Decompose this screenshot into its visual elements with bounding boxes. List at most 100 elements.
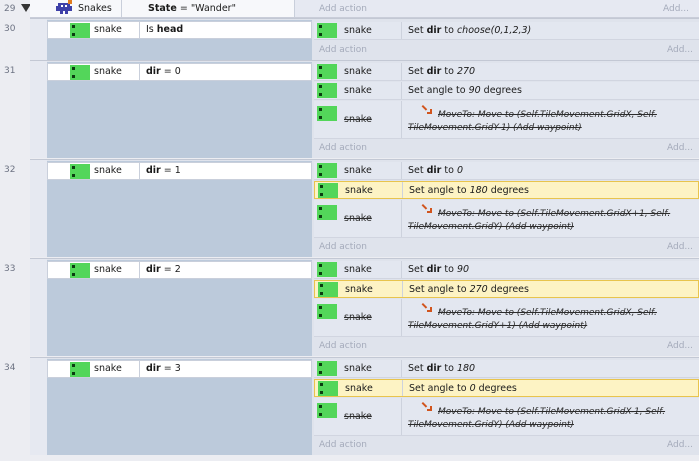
action-italic: 0: [456, 165, 463, 176]
header-condition-area[interactable]: Snakes State = "Wander": [30, 0, 295, 17]
action-object-name: snake: [344, 363, 372, 374]
snake-sprite-icon: [318, 381, 338, 396]
condition-object-name: snake: [94, 264, 122, 275]
action-bold: dir: [426, 363, 442, 374]
condition-post: = 3: [160, 363, 181, 374]
condition-text: dir = 3: [146, 363, 181, 374]
action-object-name: snake: [344, 66, 372, 77]
event-block[interactable]: snake dir = 3 snake Set dir to 180 snake Set …: [30, 357, 699, 455]
action-italic: 180: [456, 363, 476, 374]
add-action-link[interactable]: Add action: [319, 440, 367, 450]
snake-sprite-icon: [70, 263, 90, 278]
action-italic: choose(0,1,2,3): [456, 25, 532, 36]
add-more-link[interactable]: Add...: [667, 143, 693, 153]
action-row[interactable]: snake Set dir to 270: [314, 63, 699, 81]
action-mid: to: [441, 363, 457, 374]
condition-object-name: snake: [94, 66, 122, 77]
add-more-link[interactable]: Add...: [667, 45, 693, 55]
add-action-link[interactable]: Add action: [319, 4, 367, 14]
event-block[interactable]: snake Is head snake Set dir to choose(0,1,2…: [30, 18, 699, 60]
action-pre: Set angle to: [409, 383, 470, 394]
action-object-cell: snake: [314, 63, 402, 80]
disabled-action-line2: TileMovement.GridY+1) (Add waypoint): [408, 321, 588, 331]
snake-sprite-icon: [317, 205, 337, 220]
condition-var: State: [148, 3, 177, 14]
action-text: Set angle to 270 degrees: [409, 284, 529, 295]
action-object-cell: snake: [314, 22, 402, 39]
action-object-cell: snake: [315, 380, 403, 396]
action-pre: Set: [408, 66, 427, 77]
header-object-cell: Snakes: [30, 0, 122, 17]
action-object-name: snake: [344, 165, 372, 176]
disabled-action-row[interactable]: snake MoveTo: Move to (Self.TileMovement.…: [314, 299, 699, 337]
action-row[interactable]: snake Set angle to 0 degrees: [314, 379, 699, 397]
snake-sprite-icon: [317, 83, 337, 98]
add-action-row[interactable]: Add action Add...: [314, 438, 699, 454]
condition-bold: dir: [146, 363, 161, 374]
action-row[interactable]: snake Set dir to 0: [314, 162, 699, 180]
add-action-link[interactable]: Add action: [319, 143, 367, 153]
action-pre: Set angle to: [408, 85, 469, 96]
add-action-link[interactable]: Add action: [319, 45, 367, 55]
condition-bold: dir: [146, 264, 161, 275]
action-object-name: snake: [344, 213, 372, 224]
add-more-link[interactable]: Add...: [663, 4, 689, 14]
snake-sprite-icon: [70, 362, 90, 377]
event-block[interactable]: snake dir = 2 snake Set dir to 90 snake Set a…: [30, 258, 699, 356]
condition-text: Is head: [146, 24, 183, 35]
header-condition[interactable]: State = "Wander": [148, 3, 236, 14]
condition-row[interactable]: snake dir = 1: [47, 162, 312, 180]
action-object-name: snake: [345, 185, 373, 196]
line-number: 34: [4, 363, 16, 373]
action-text: Set dir to 180: [408, 363, 475, 374]
action-row[interactable]: snake Set dir to 90: [314, 261, 699, 279]
condition-row[interactable]: snake dir = 2: [47, 261, 312, 279]
condition-text: dir = 0: [146, 66, 181, 77]
action-bold: dir: [426, 66, 442, 77]
disabled-action-row[interactable]: snake MoveTo: Move to (Self.TileMovement.…: [314, 398, 699, 436]
action-row[interactable]: snake Set angle to 180 degrees: [314, 181, 699, 199]
action-row[interactable]: snake Set angle to 90 degrees: [314, 82, 699, 100]
disabled-action-line2: TileMovement.GridY-1) (Add waypoint): [408, 123, 582, 133]
action-row[interactable]: snake Set dir to choose(0,1,2,3): [314, 22, 699, 40]
action-object-cell: snake: [314, 360, 402, 377]
condition-bold: head: [156, 24, 184, 35]
action-object-cell: snake: [314, 398, 402, 435]
action-object-name: snake: [344, 411, 372, 422]
event-block[interactable]: snake dir = 1 snake Set dir to 0 snake Set an…: [30, 159, 699, 257]
space-invader-icon: [56, 0, 72, 14]
action-pre: Set: [408, 25, 427, 36]
add-more-link[interactable]: Add...: [667, 341, 693, 351]
group-event-header[interactable]: Snakes State = "Wander" Add action Add..…: [30, 0, 699, 18]
add-more-link[interactable]: Add...: [667, 242, 693, 252]
action-object-cell: snake: [315, 182, 403, 198]
add-action-row[interactable]: Add action Add...: [314, 141, 699, 157]
action-row[interactable]: snake Set dir to 180: [314, 360, 699, 378]
condition-row[interactable]: snake Is head: [47, 21, 312, 39]
disabled-action-row[interactable]: snake MoveTo: Move to (Self.TileMovement.…: [314, 200, 699, 238]
add-action-link[interactable]: Add action: [319, 341, 367, 351]
add-more-link[interactable]: Add...: [667, 440, 693, 450]
action-pre: Set: [408, 363, 427, 374]
line-number: 32: [4, 165, 16, 175]
add-action-row[interactable]: Add action Add...: [314, 43, 699, 59]
add-action-row[interactable]: Add action Add...: [314, 240, 699, 256]
snake-sprite-icon: [318, 183, 338, 198]
action-text: Set dir to choose(0,1,2,3): [408, 25, 531, 36]
disabled-action-row[interactable]: snake MoveTo: Move to (Self.TileMovement.…: [314, 101, 699, 139]
add-action-row[interactable]: Add action Add...: [314, 339, 699, 355]
snake-sprite-icon: [317, 262, 337, 277]
condition-object-cell: snake: [48, 64, 140, 80]
add-action-link[interactable]: Add action: [319, 242, 367, 252]
action-bold: dir: [426, 165, 442, 176]
action-pre: Set: [408, 264, 427, 275]
action-text: Set dir to 0: [408, 165, 463, 176]
condition-row[interactable]: snake dir = 0: [47, 63, 312, 81]
action-object-cell: snake: [314, 162, 402, 179]
event-indent: [30, 61, 47, 158]
action-row[interactable]: snake Set angle to 270 degrees: [314, 280, 699, 298]
condition-row[interactable]: snake dir = 3: [47, 360, 312, 378]
event-block[interactable]: snake dir = 0 snake Set dir to 270 snake Set …: [30, 60, 699, 158]
condition-value: "Wander": [190, 3, 236, 14]
event-indent: [30, 259, 47, 356]
